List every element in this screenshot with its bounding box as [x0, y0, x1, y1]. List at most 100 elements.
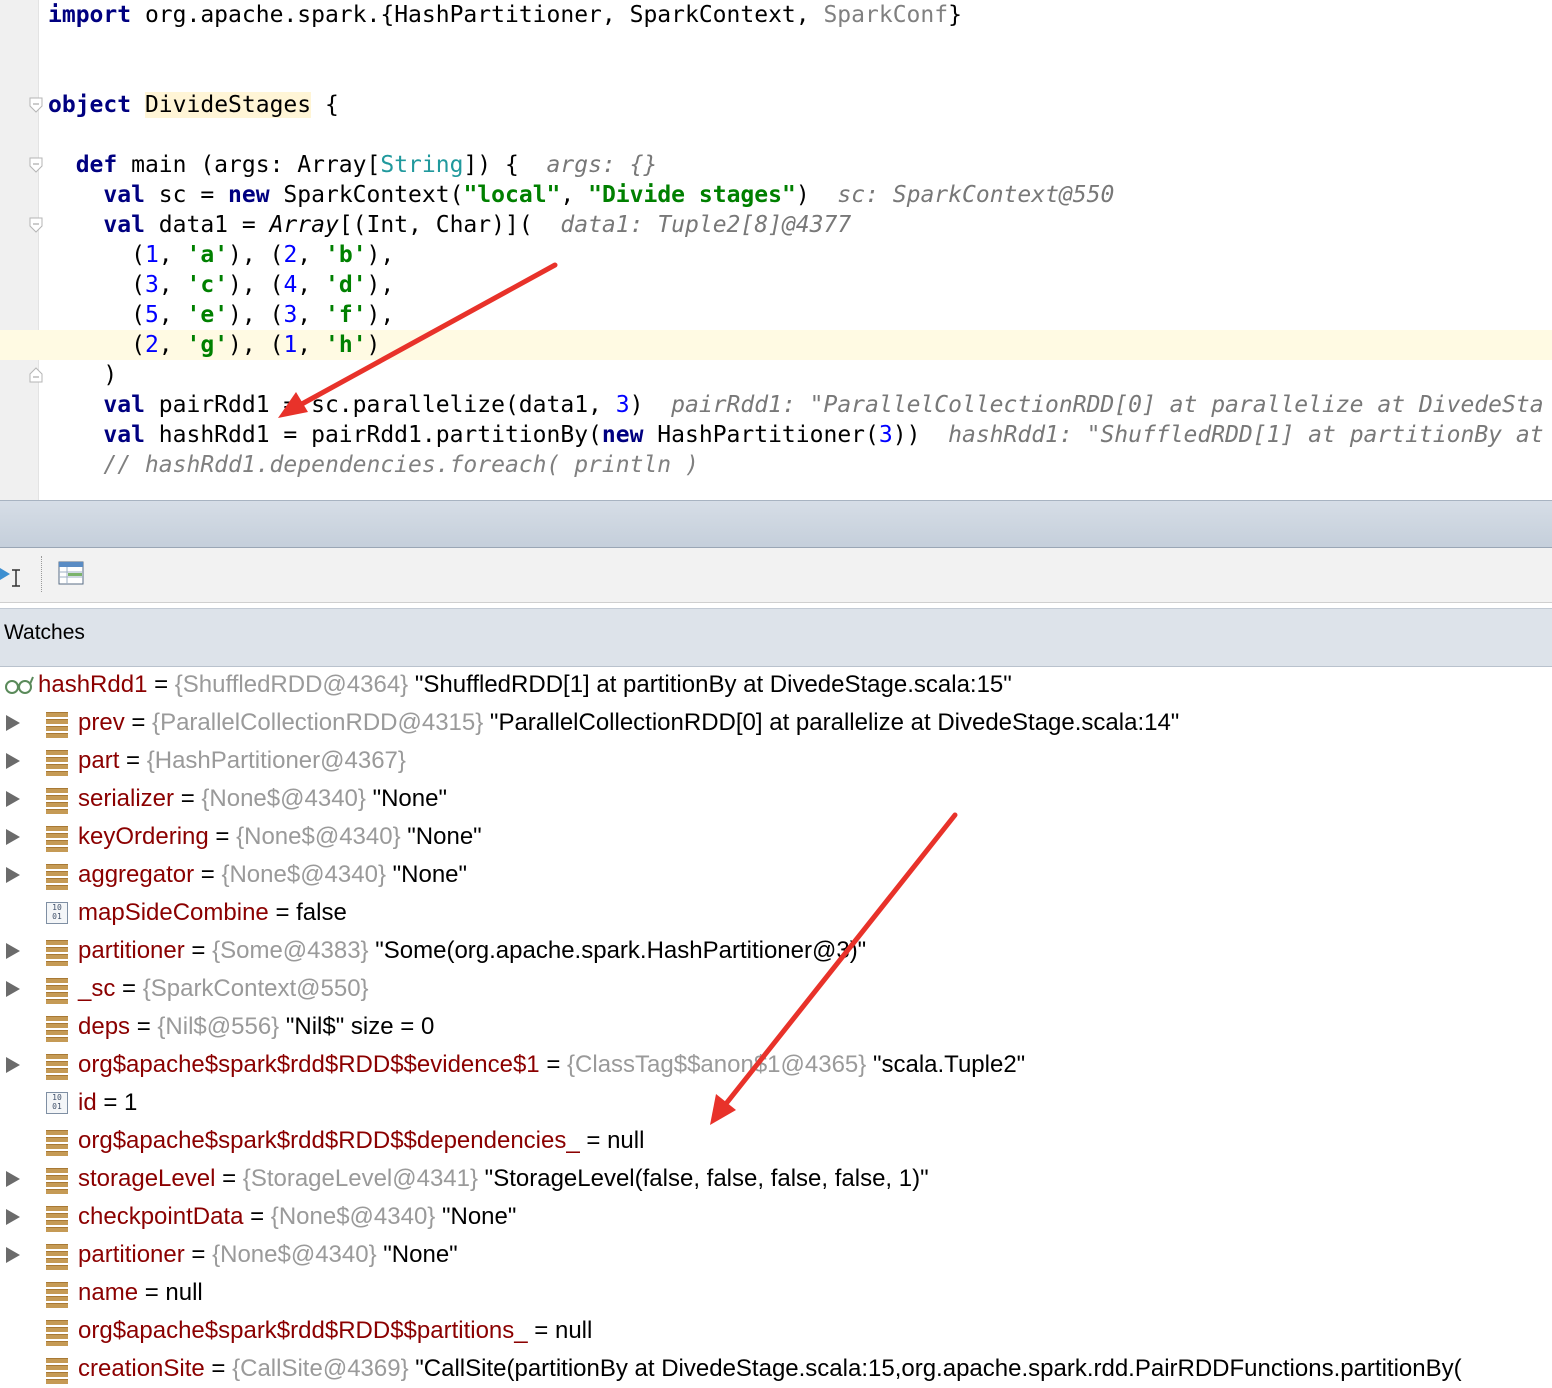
field-name: id — [78, 1089, 97, 1116]
object-ref: {ParallelCollectionRDD@4315} — [152, 709, 484, 736]
fold-marker-icon[interactable] — [29, 217, 43, 233]
expand-arrow-icon[interactable] — [6, 981, 20, 997]
watch-table-icon[interactable] — [58, 558, 84, 590]
field-name: org$apache$spark$rdd$RDD$$dependencies_ — [78, 1127, 580, 1154]
field-value: "StorageLevel(false, false, false, false… — [478, 1165, 929, 1192]
watch-field-text: partitioner = {None$@4340} "None" — [78, 1241, 458, 1268]
object-ref: {Nil$@556} — [157, 1013, 280, 1040]
inline-debug-value: args: {} — [546, 152, 658, 178]
watch-field-text: deps = {Nil$@556} "Nil$" size = 0 — [78, 1013, 435, 1040]
watch-field-text: storageLevel = {StorageLevel@4341} "Stor… — [78, 1165, 929, 1192]
expand-arrow-icon[interactable] — [6, 715, 20, 731]
object-field-icon — [46, 1358, 68, 1384]
object-ref: {None$@4340} — [221, 861, 386, 888]
field-name: name — [78, 1279, 139, 1306]
debug-panel-header — [0, 500, 1552, 548]
object-field-icon — [46, 1244, 68, 1270]
object-field-icon — [46, 1016, 68, 1042]
watch-field-row[interactable]: part = {HashPartitioner@4367} — [0, 742, 1552, 780]
code-line-hashrdd: val hashRdd1 = pairRdd1.partitionBy(new … — [103, 422, 1544, 448]
watch-field-text: prev = {ParallelCollectionRDD@4315} "Par… — [78, 709, 1180, 736]
expand-arrow-icon[interactable] — [6, 943, 20, 959]
object-ref: {SparkContext@550} — [142, 975, 369, 1002]
primitive-field-icon: 10 01 — [46, 902, 68, 924]
field-value: "CallSite(partitionBy at DivedeStage.sca… — [408, 1355, 1462, 1382]
field-value: "scala.Tuple2" — [866, 1051, 1026, 1078]
watch-field-row[interactable]: partitioner = {Some@4383} "Some(org.apac… — [0, 932, 1552, 970]
field-value: "None" — [385, 861, 468, 888]
field-name: mapSideCombine — [78, 899, 269, 926]
watch-field-row[interactable]: deps = {Nil$@556} "Nil$" size = 0 — [0, 1008, 1552, 1046]
evaluate-expression-icon[interactable] — [0, 558, 26, 590]
field-value: "Nil$" size = 0 — [279, 1013, 435, 1040]
expand-arrow-icon[interactable] — [6, 867, 20, 883]
expand-arrow-icon[interactable] — [6, 1209, 20, 1225]
object-ref: {StorageLevel@4341} — [242, 1165, 479, 1192]
code-area[interactable]: import org.apache.spark.{HashPartitioner… — [0, 0, 1552, 480]
inline-debug-value: sc: SparkContext@550 — [837, 182, 1115, 208]
watch-field-text: aggregator = {None$@4340} "None" — [78, 861, 468, 888]
watch-field-row[interactable]: org$apache$spark$rdd$RDD$$evidence$1 = {… — [0, 1046, 1552, 1084]
watch-field-text: name = null — [78, 1279, 203, 1306]
primitive-field-icon: 10 01 — [46, 1092, 68, 1114]
object-ref: {ClassTag$$anon$1@4365} — [567, 1051, 867, 1078]
object-field-icon — [46, 1320, 68, 1346]
watch-field-text: org$apache$spark$rdd$RDD$$dependencies_ … — [78, 1127, 645, 1154]
field-value: "Some(org.apache.spark.HashPartitioner@3… — [368, 937, 867, 964]
fold-marker-icon[interactable] — [29, 97, 43, 113]
watches-header: Watches — [0, 608, 1552, 667]
fold-end-marker-icon[interactable] — [29, 367, 43, 383]
watch-field-row[interactable]: org$apache$spark$rdd$RDD$$partitions_ = … — [0, 1312, 1552, 1350]
editor-gutter — [0, 0, 39, 500]
watch-field-text: id = 1 — [78, 1089, 138, 1116]
watch-field-row[interactable]: creationSite = {CallSite@4369} "CallSite… — [0, 1350, 1552, 1388]
object-field-icon — [46, 864, 68, 890]
watch-field-text: partitioner = {Some@4383} "Some(org.apac… — [78, 937, 867, 964]
watches-tree[interactable]: hashRdd1 = {ShuffledRDD@4364} "ShuffledR… — [0, 666, 1552, 1388]
field-value: null — [607, 1127, 645, 1154]
watch-field-row[interactable]: 10 01 id = 1 — [0, 1084, 1552, 1122]
watch-field-text: _sc = {SparkContext@550} — [78, 975, 369, 1002]
expand-arrow-icon[interactable] — [6, 829, 20, 845]
watch-field-row[interactable]: _sc = {SparkContext@550} — [0, 970, 1552, 1008]
toolbar-separator — [41, 556, 42, 592]
expand-arrow-icon[interactable] — [6, 791, 20, 807]
code-editor[interactable]: import org.apache.spark.{HashPartitioner… — [0, 0, 1552, 500]
field-name: storageLevel — [78, 1165, 216, 1192]
watch-field-row[interactable]: storageLevel = {StorageLevel@4341} "Stor… — [0, 1160, 1552, 1198]
watch-root-row[interactable]: hashRdd1 = {ShuffledRDD@4364} "ShuffledR… — [0, 666, 1552, 704]
watch-field-row[interactable]: checkpointData = {None$@4340} "None" — [0, 1198, 1552, 1236]
object-field-icon — [46, 788, 68, 814]
watch-field-row[interactable]: serializer = {None$@4340} "None" — [0, 780, 1552, 818]
field-name: org$apache$spark$rdd$RDD$$partitions_ — [78, 1317, 528, 1344]
watch-field-row[interactable]: prev = {ParallelCollectionRDD@4315} "Par… — [0, 704, 1552, 742]
field-value: "None" — [400, 823, 482, 850]
field-name: keyOrdering — [78, 823, 209, 850]
watches-title: Watches — [4, 621, 85, 644]
watch-field-row[interactable]: keyOrdering = {None$@4340} "None" — [0, 818, 1552, 856]
expand-arrow-icon[interactable] — [6, 753, 20, 769]
watch-field-text: mapSideCombine = false — [78, 899, 347, 926]
inline-debug-value: pairRdd1: "ParallelCollectionRDD[0] at p… — [671, 392, 1544, 418]
expand-arrow-icon[interactable] — [6, 1171, 20, 1187]
watch-field-row[interactable]: partitioner = {None$@4340} "None" — [0, 1236, 1552, 1274]
expand-arrow-icon[interactable] — [6, 1057, 20, 1073]
watch-field-row[interactable]: 10 01 mapSideCombine = false — [0, 894, 1552, 932]
field-value: 1 — [124, 1089, 138, 1116]
fold-marker-icon[interactable] — [29, 157, 43, 173]
watch-field-row[interactable]: aggregator = {None$@4340} "None" — [0, 856, 1552, 894]
object-ref: {Some@4383} — [212, 937, 369, 964]
expand-arrow-icon[interactable] — [6, 1247, 20, 1263]
watch-field-text: keyOrdering = {None$@4340} "None" — [78, 823, 482, 850]
code-line-pairrdd: val pairRdd1 = sc.parallelize(data1, 3) … — [103, 392, 1544, 418]
object-ref: {None$@4340} — [236, 823, 401, 850]
debug-toolbar — [0, 548, 1552, 603]
object-field-icon — [46, 1168, 68, 1194]
watch-field-row[interactable]: org$apache$spark$rdd$RDD$$dependencies_ … — [0, 1122, 1552, 1160]
code-line-tuples: (1, 'a'), (2, 'b'), — [48, 242, 395, 268]
watch-field-row[interactable]: name = null — [0, 1274, 1552, 1312]
object-field-icon — [46, 940, 68, 966]
code-line-main: def main (args: Array[String]) { args: {… — [75, 152, 658, 178]
watch-glasses-icon — [5, 676, 34, 694]
